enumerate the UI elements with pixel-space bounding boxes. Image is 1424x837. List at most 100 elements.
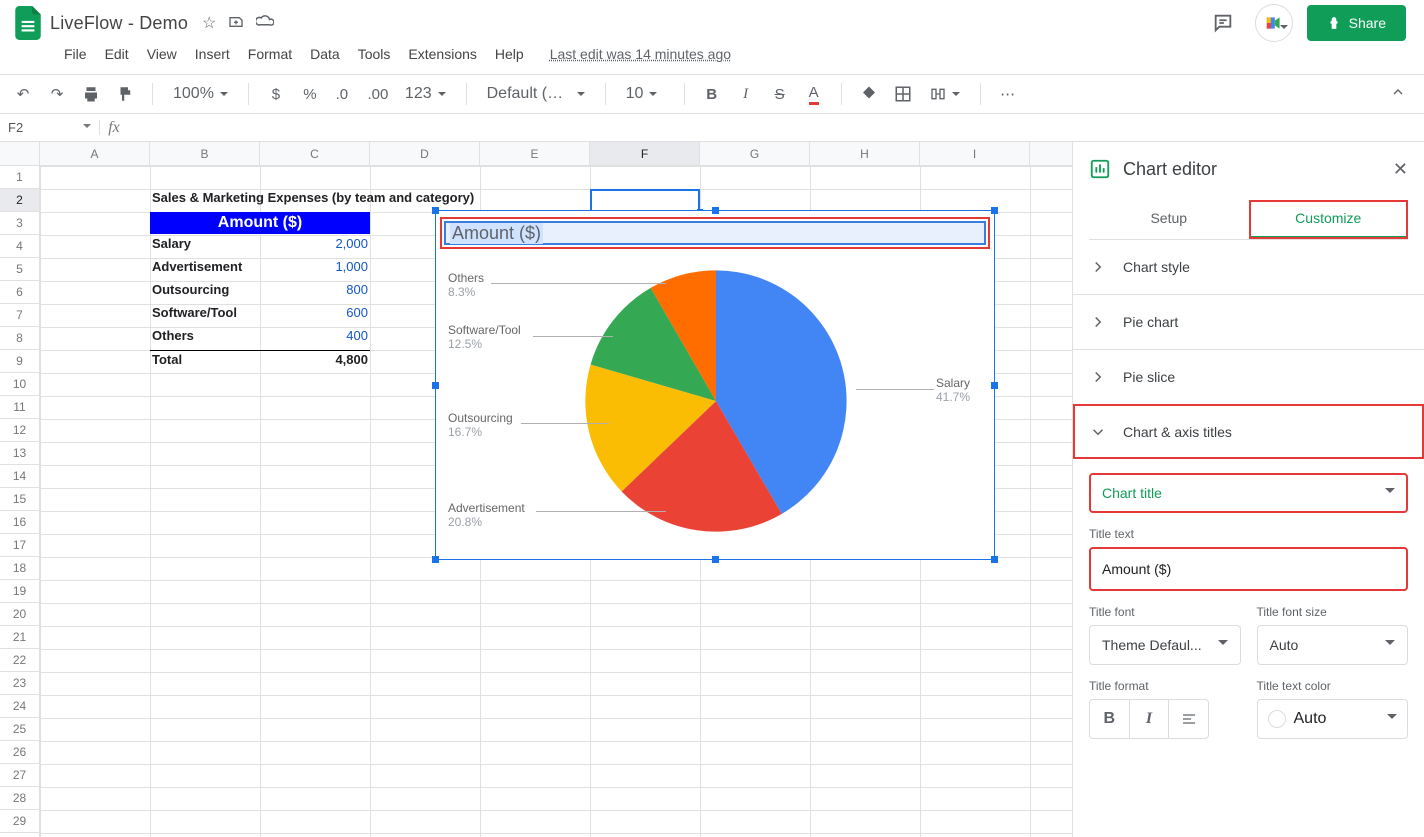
undo-button[interactable]: ↶ bbox=[10, 80, 36, 108]
row-header[interactable]: 3 bbox=[0, 212, 39, 235]
title-selector-dropdown[interactable]: Chart title bbox=[1089, 473, 1408, 513]
row-header[interactable]: 8 bbox=[0, 327, 39, 350]
collapse-toolbar-button[interactable] bbox=[1382, 78, 1414, 111]
col-header[interactable]: I bbox=[920, 142, 1030, 165]
italic-button[interactable]: I bbox=[733, 80, 759, 108]
meet-button[interactable] bbox=[1255, 4, 1293, 42]
borders-button[interactable] bbox=[890, 80, 916, 108]
row-header[interactable]: 15 bbox=[0, 488, 39, 511]
last-edit-link[interactable]: Last edit was 14 minutes ago bbox=[542, 42, 739, 66]
table-header: Amount ($) bbox=[150, 212, 370, 234]
row-header[interactable]: 27 bbox=[0, 764, 39, 787]
menu-insert[interactable]: Insert bbox=[187, 42, 238, 66]
col-header[interactable]: B bbox=[150, 142, 260, 165]
title-color-label: Title text color bbox=[1257, 679, 1409, 693]
bold-toggle[interactable]: B bbox=[1090, 700, 1130, 738]
menu-format[interactable]: Format bbox=[240, 42, 300, 66]
col-header[interactable]: C bbox=[260, 142, 370, 165]
section-pie-slice[interactable]: Pie slice bbox=[1073, 349, 1424, 404]
row-header[interactable]: 13 bbox=[0, 442, 39, 465]
col-header[interactable]: F bbox=[590, 142, 700, 165]
formula-bar[interactable] bbox=[128, 114, 1424, 141]
fill-color-button[interactable] bbox=[856, 80, 882, 108]
menu-tools[interactable]: Tools bbox=[350, 42, 399, 66]
print-button[interactable] bbox=[78, 80, 104, 108]
redo-button[interactable]: ↷ bbox=[44, 80, 70, 108]
section-pie-chart[interactable]: Pie chart bbox=[1073, 294, 1424, 349]
title-font-dropdown[interactable]: Theme Defaul... bbox=[1089, 625, 1241, 665]
italic-toggle[interactable]: I bbox=[1130, 700, 1170, 738]
row-header[interactable]: 25 bbox=[0, 718, 39, 741]
menu-data[interactable]: Data bbox=[302, 42, 348, 66]
col-header[interactable]: G bbox=[700, 142, 810, 165]
row-header[interactable]: 12 bbox=[0, 419, 39, 442]
row-header[interactable]: 24 bbox=[0, 695, 39, 718]
title-text-input[interactable]: Amount ($) bbox=[1089, 547, 1408, 591]
tab-customize[interactable]: Customize bbox=[1249, 200, 1409, 239]
row-header[interactable]: 16 bbox=[0, 511, 39, 534]
row-header[interactable]: 28 bbox=[0, 787, 39, 810]
comments-icon[interactable] bbox=[1205, 5, 1241, 41]
title-size-dropdown[interactable]: Auto bbox=[1257, 625, 1409, 665]
row-header[interactable]: 5 bbox=[0, 258, 39, 281]
currency-button[interactable]: $ bbox=[263, 80, 289, 108]
row-header[interactable]: 23 bbox=[0, 672, 39, 695]
doc-title[interactable]: LiveFlow - Demo bbox=[50, 13, 188, 34]
row-header[interactable]: 20 bbox=[0, 603, 39, 626]
cloud-status-icon[interactable] bbox=[256, 14, 274, 33]
title-color-dropdown[interactable]: Auto bbox=[1257, 699, 1409, 739]
row-header[interactable]: 21 bbox=[0, 626, 39, 649]
col-header[interactable]: D bbox=[370, 142, 480, 165]
zoom-dropdown[interactable]: 100% bbox=[167, 85, 234, 103]
section-chart-axis-titles[interactable]: Chart & axis titles bbox=[1073, 404, 1424, 459]
share-button[interactable]: Share bbox=[1307, 5, 1406, 41]
paint-format-button[interactable] bbox=[112, 80, 138, 108]
col-header[interactable]: A bbox=[40, 142, 150, 165]
name-box[interactable]: F2 bbox=[0, 120, 100, 135]
tab-setup[interactable]: Setup bbox=[1089, 200, 1249, 239]
cell-grid[interactable]: Sales & Marketing Expenses (by team and … bbox=[40, 166, 1072, 837]
row-header[interactable]: 11 bbox=[0, 396, 39, 419]
strike-button[interactable]: S bbox=[767, 80, 793, 108]
row-header[interactable]: 9 bbox=[0, 350, 39, 373]
panel-title: Chart editor bbox=[1123, 159, 1217, 180]
font-family-dropdown[interactable]: Default (Ari... bbox=[481, 85, 591, 103]
section-chart-style[interactable]: Chart style bbox=[1073, 240, 1424, 294]
row-header[interactable]: 26 bbox=[0, 741, 39, 764]
row-header[interactable]: 18 bbox=[0, 557, 39, 580]
menu-extensions[interactable]: Extensions bbox=[400, 42, 484, 66]
decrease-decimal-button[interactable]: .0 bbox=[331, 80, 357, 108]
merge-dropdown[interactable] bbox=[924, 87, 966, 101]
row-header[interactable]: 19 bbox=[0, 580, 39, 603]
col-header[interactable]: H bbox=[810, 142, 920, 165]
increase-decimal-button[interactable]: .00 bbox=[365, 80, 391, 108]
more-toolbar-button[interactable]: ⋯ bbox=[995, 80, 1021, 108]
star-icon[interactable]: ☆ bbox=[202, 13, 216, 33]
row-header[interactable]: 14 bbox=[0, 465, 39, 488]
menu-view[interactable]: View bbox=[139, 42, 185, 66]
row-header[interactable]: 29 bbox=[0, 810, 39, 833]
row-header[interactable]: 6 bbox=[0, 281, 39, 304]
col-header[interactable]: E bbox=[480, 142, 590, 165]
text-color-button[interactable]: A bbox=[801, 80, 827, 108]
font-size-dropdown[interactable]: 10 bbox=[620, 85, 670, 103]
row-header[interactable]: 1 bbox=[0, 166, 39, 189]
menu-file[interactable]: File bbox=[56, 42, 95, 66]
row-header[interactable]: 4 bbox=[0, 235, 39, 258]
menu-edit[interactable]: Edit bbox=[97, 42, 137, 66]
row-header[interactable]: 2 bbox=[0, 189, 39, 212]
close-panel-button[interactable]: ✕ bbox=[1393, 159, 1408, 180]
row-header[interactable]: 10 bbox=[0, 373, 39, 396]
chart-title-editable[interactable]: Amount ($) bbox=[444, 221, 986, 245]
bold-button[interactable]: B bbox=[699, 80, 725, 108]
row-header[interactable]: 22 bbox=[0, 649, 39, 672]
chart-object[interactable]: Amount ($) bbox=[435, 210, 995, 560]
sheets-app-icon[interactable] bbox=[8, 5, 48, 41]
align-toggle[interactable] bbox=[1169, 700, 1208, 738]
more-formats-dropdown[interactable]: 123 bbox=[399, 85, 452, 103]
menu-help[interactable]: Help bbox=[487, 42, 532, 66]
row-header[interactable]: 7 bbox=[0, 304, 39, 327]
percent-button[interactable]: % bbox=[297, 80, 323, 108]
row-header[interactable]: 17 bbox=[0, 534, 39, 557]
move-icon[interactable] bbox=[228, 13, 244, 34]
